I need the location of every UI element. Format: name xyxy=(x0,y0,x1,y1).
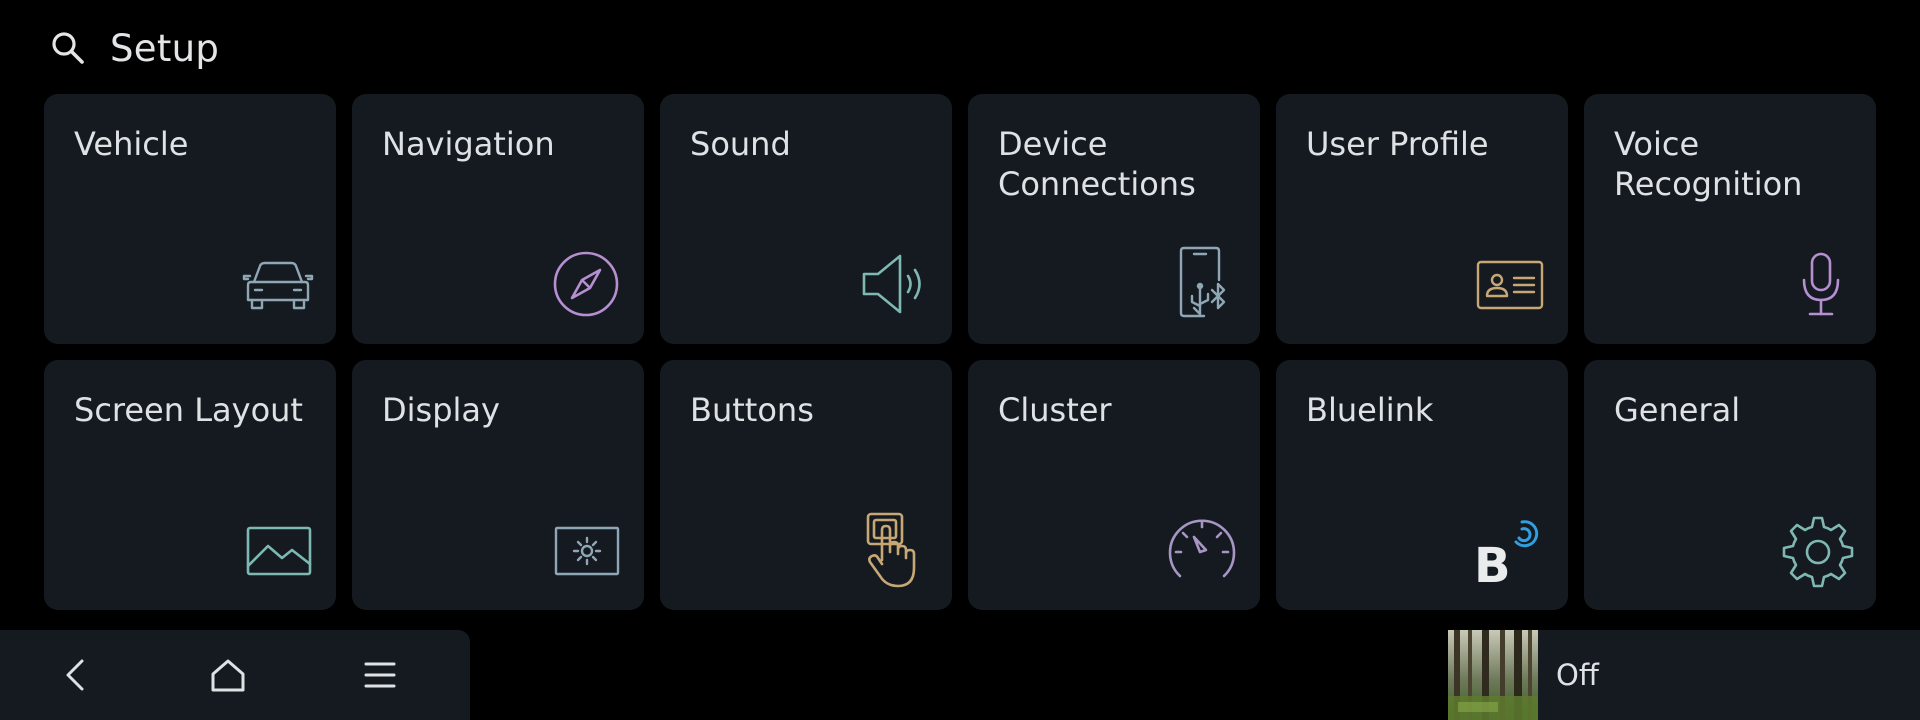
tile-label: General xyxy=(1614,391,1741,429)
page-title: Setup xyxy=(110,26,220,70)
tile-label: User Profile xyxy=(1306,125,1489,163)
tile-sound[interactable]: Sound xyxy=(660,94,952,344)
tile-buttons[interactable]: Buttons xyxy=(660,360,952,610)
search-icon[interactable] xyxy=(48,28,88,68)
car-icon xyxy=(240,246,316,322)
id-card-icon xyxy=(1472,246,1548,322)
tile-general[interactable]: General xyxy=(1584,360,1876,610)
tile-label: Vehicle xyxy=(74,125,189,163)
microphone-icon xyxy=(1780,246,1856,322)
tile-label: Device Connections xyxy=(998,125,1196,203)
home-button[interactable] xyxy=(152,630,304,720)
back-button[interactable] xyxy=(0,630,152,720)
back-icon xyxy=(58,657,94,693)
tile-user-profile[interactable]: User Profile xyxy=(1276,94,1568,344)
gear-icon xyxy=(1780,512,1856,588)
media-status: Off xyxy=(1556,658,1599,692)
tile-label: Screen Layout xyxy=(74,391,303,429)
home-icon xyxy=(210,657,246,693)
speedometer-icon xyxy=(1164,512,1240,588)
image-icon xyxy=(240,512,316,588)
tile-voice-recognition[interactable]: Voice Recognition xyxy=(1584,94,1876,344)
brightness-icon xyxy=(548,512,624,588)
svg-text:B: B xyxy=(1474,538,1511,588)
tile-label: Bluelink xyxy=(1306,391,1434,429)
menu-icon xyxy=(362,657,398,693)
menu-button[interactable] xyxy=(304,630,456,720)
forest-thumbnail xyxy=(1448,630,1538,720)
tile-navigation[interactable]: Navigation xyxy=(352,94,644,344)
tile-device-connections[interactable]: Device Connections xyxy=(968,94,1260,344)
tile-label: Sound xyxy=(690,125,791,163)
tile-label: Voice Recognition xyxy=(1614,125,1803,203)
settings-grid: Vehicle Navigation Sound Device Connecti… xyxy=(44,94,1876,610)
header: Setup xyxy=(48,22,219,74)
tile-cluster[interactable]: Cluster xyxy=(968,360,1260,610)
tile-screen-layout[interactable]: Screen Layout xyxy=(44,360,336,610)
media-widget[interactable]: Off xyxy=(1448,630,1920,720)
bottom-navigation-bar xyxy=(0,630,470,720)
compass-icon xyxy=(548,246,624,322)
tile-vehicle[interactable]: Vehicle xyxy=(44,94,336,344)
tile-label: Cluster xyxy=(998,391,1112,429)
phone-usb-bluetooth-icon xyxy=(1164,246,1240,322)
speaker-icon xyxy=(856,246,932,322)
tile-bluelink[interactable]: Bluelink B xyxy=(1276,360,1568,610)
tile-label: Navigation xyxy=(382,125,555,163)
hand-press-icon xyxy=(856,512,932,588)
bluelink-icon: B xyxy=(1472,512,1548,588)
tile-label: Display xyxy=(382,391,500,429)
tile-label: Buttons xyxy=(690,391,814,429)
tile-display[interactable]: Display xyxy=(352,360,644,610)
